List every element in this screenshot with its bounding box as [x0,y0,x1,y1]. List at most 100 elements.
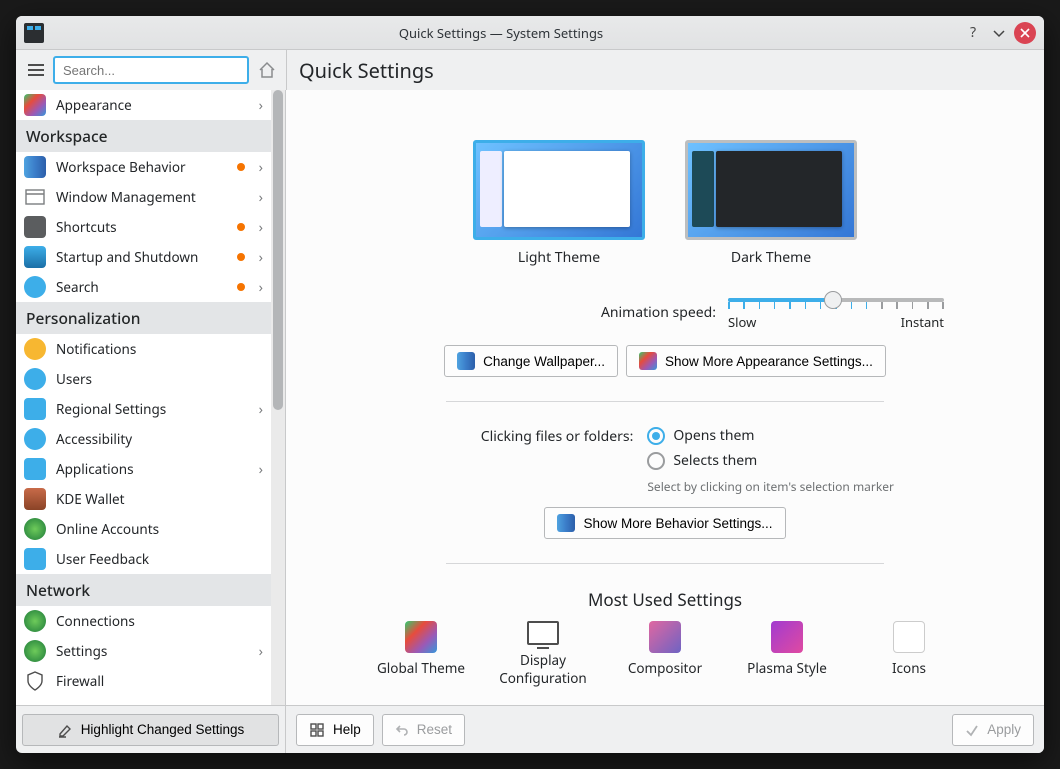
theme-dark-label: Dark Theme [731,248,811,267]
wallpaper-icon [457,352,475,370]
theme-light-thumb [473,140,645,240]
globe-icon [24,640,46,662]
appearance-icon [639,352,657,370]
titlebar: Quick Settings — System Settings ? [16,16,1044,50]
most-used-display[interactable]: Display Configuration [495,621,591,687]
app-icon [24,23,44,43]
most-used-heading: Most Used Settings [326,588,1004,611]
check-icon [965,723,979,737]
most-used-global-theme[interactable]: Global Theme [373,621,469,687]
shield-icon [24,670,46,692]
search-sidebar-icon [24,276,46,298]
sidebar-item-accessibility[interactable]: Accessibility [16,424,271,454]
marker-icon [57,722,73,738]
theme-light[interactable]: Light Theme [473,140,645,267]
home-icon[interactable] [255,57,278,83]
reset-button: Reset [382,714,465,746]
sidebar-item-online-accounts[interactable]: Online Accounts [16,514,271,544]
window: Quick Settings — System Settings ? Quick… [16,16,1044,753]
help-footer-icon [309,722,325,738]
more-appearance-button[interactable]: Show More Appearance Settings... [626,345,886,377]
theme-dark-thumb [685,140,857,240]
wallet-icon [24,488,46,510]
sidebar-item-window-management[interactable]: Window Management › [16,182,271,212]
sidebar-item-search[interactable]: Search › [16,272,271,302]
help-icon[interactable]: ? [962,22,984,44]
content: Light Theme Dark Theme Animation speed: [286,90,1044,705]
sidebar-item-startup[interactable]: Startup and Shutdown › [16,242,271,272]
animation-speed-slider[interactable] [728,293,944,307]
hamburger-icon[interactable] [24,57,47,83]
click-behavior: Clicking files or folders: Opens them Se… [326,426,1004,495]
chevron-right-icon: › [259,642,263,661]
theme-dark[interactable]: Dark Theme [685,140,857,267]
instant-label: Instant [901,313,944,331]
sidebar-item-notifications[interactable]: Notifications [16,334,271,364]
globe-icon [24,610,46,632]
changed-dot-icon [237,163,245,171]
highlight-changed-button[interactable]: Highlight Changed Settings [22,714,279,746]
apply-button: Apply [952,714,1034,746]
search-input[interactable] [53,56,249,84]
help-button[interactable]: Help [296,714,374,746]
workspace-behavior-icon [24,156,46,178]
most-used-compositor[interactable]: Compositor [617,621,713,687]
sidebar-item-shortcuts[interactable]: Shortcuts › [16,212,271,242]
compositor-icon [649,621,681,653]
animation-speed-label: Animation speed: [601,303,716,322]
display-icon [527,621,559,645]
globe-icon [24,518,46,540]
scrollbar[interactable] [271,90,285,705]
slow-label: Slow [728,313,756,331]
chevron-right-icon: › [259,158,263,177]
more-behavior-button[interactable]: Show More Behavior Settings... [544,507,785,539]
icons-icon [893,621,925,653]
window-management-icon [24,186,46,208]
plasma-style-icon [771,621,803,653]
sidebar: Appearance › Workspace Workspace Behavio… [16,90,286,705]
most-used-icons[interactable]: Icons [861,621,957,687]
click-label: Clicking files or folders: [481,426,634,495]
sidebar-item-kde-wallet[interactable]: KDE Wallet [16,484,271,514]
radio-selects-them[interactable]: Selects them [647,451,894,470]
sidebar-item-connections[interactable]: Connections [16,606,271,636]
bell-icon [24,338,46,360]
sidebar-item-firewall[interactable]: Firewall [16,666,271,696]
sidebar-section-network: Network [16,574,271,606]
click-hint: Select by clicking on item's selection m… [647,478,894,495]
changed-dot-icon [237,283,245,291]
minimize-icon[interactable] [988,22,1010,44]
appearance-icon [24,94,46,116]
radio-opens-them[interactable]: Opens them [647,426,894,445]
users-icon [24,368,46,390]
chevron-right-icon: › [259,248,263,267]
footer: Highlight Changed Settings Help Reset Ap… [16,705,1044,753]
sidebar-item-appearance[interactable]: Appearance › [16,90,271,120]
toolbar: Quick Settings [16,50,1044,90]
sidebar-item-users[interactable]: Users [16,364,271,394]
window-title: Quick Settings — System Settings [44,24,958,42]
close-icon[interactable] [1014,22,1036,44]
accessibility-icon [24,428,46,450]
feedback-icon [24,548,46,570]
animation-speed: Animation speed: Slow Instant [326,293,1004,331]
changed-dot-icon [237,253,245,261]
shortcuts-icon [24,216,46,238]
changed-dot-icon [237,223,245,231]
startup-icon [24,246,46,268]
chevron-right-icon: › [259,218,263,237]
sidebar-item-regional[interactable]: Regional Settings › [16,394,271,424]
sidebar-item-net-settings[interactable]: Settings › [16,636,271,666]
sidebar-item-user-feedback[interactable]: User Feedback [16,544,271,574]
most-used-plasma-style[interactable]: Plasma Style [739,621,835,687]
sidebar-section-workspace: Workspace [16,120,271,152]
chevron-right-icon: › [259,96,263,115]
chevron-right-icon: › [259,460,263,479]
sidebar-item-workspace-behavior[interactable]: Workspace Behavior › [16,152,271,182]
chevron-right-icon: › [259,400,263,419]
regional-icon [24,398,46,420]
change-wallpaper-button[interactable]: Change Wallpaper... [444,345,618,377]
chevron-right-icon: › [259,188,263,207]
applications-icon [24,458,46,480]
sidebar-item-applications[interactable]: Applications › [16,454,271,484]
